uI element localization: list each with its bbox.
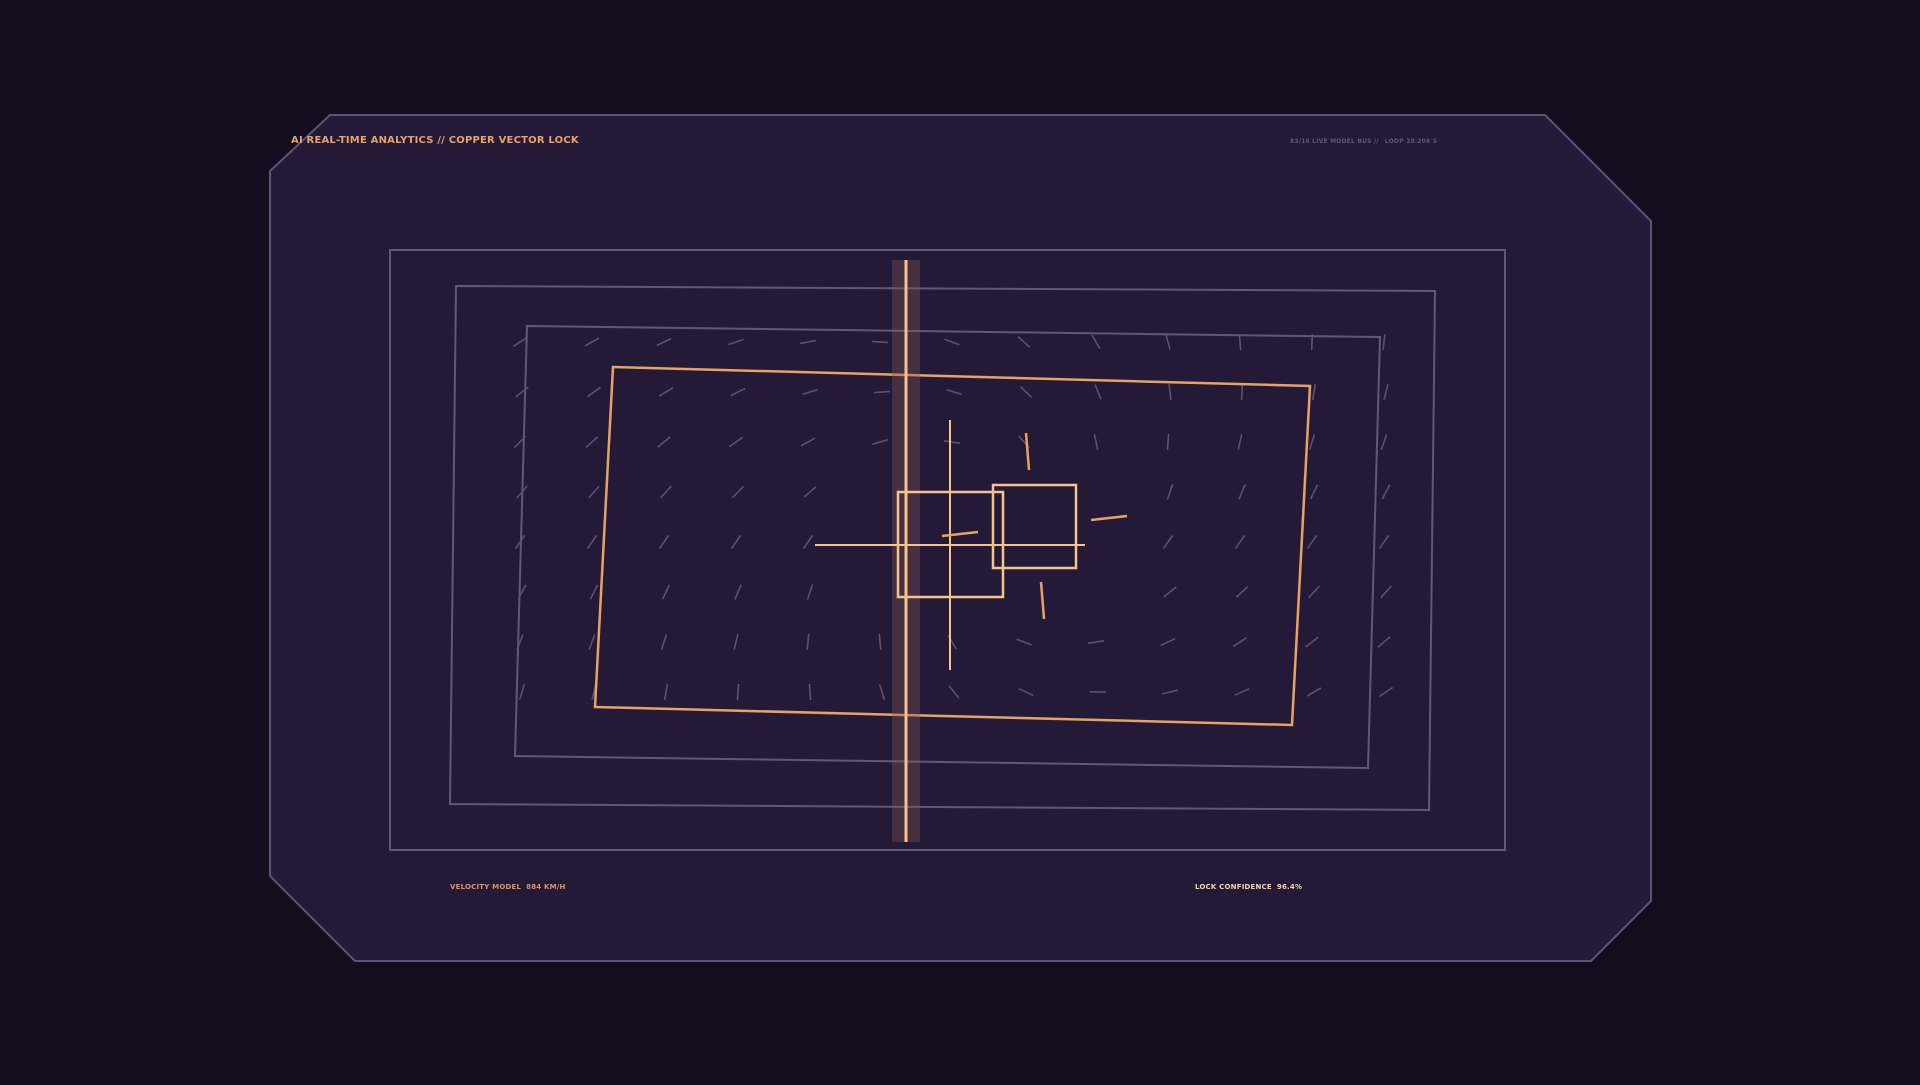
model-bus-status: 83/16 LIVE MODEL BUS // LOOP 38.206 S — [1290, 138, 1437, 145]
vector-field-dash — [1242, 384, 1243, 400]
confidence-readout: LOCK CONFIDENCE 96.4% — [1195, 883, 1302, 891]
velocity-readout: VELOCITY MODEL 884 KM/H — [450, 883, 566, 891]
vector-field-dash — [1312, 334, 1313, 350]
main-panel — [270, 115, 1651, 961]
confidence-value: 96.4% — [1277, 883, 1302, 891]
loop-timer: LOOP 38.206 S — [1385, 138, 1437, 145]
velocity-label: VELOCITY MODEL — [450, 883, 521, 891]
analytics-canvas — [0, 0, 1920, 1080]
vector-field-dash — [872, 342, 888, 343]
model-bus-label: 83/16 LIVE MODEL BUS // — [1290, 138, 1379, 145]
hud-title: AI REAL-TIME ANALYTICS // COPPER VECTOR … — [291, 135, 579, 146]
velocity-value: 884 KM/H — [526, 883, 565, 891]
hud-screen: AI REAL-TIME ANALYTICS // COPPER VECTOR … — [0, 0, 1920, 1080]
confidence-label: LOCK CONFIDENCE — [1195, 883, 1272, 891]
